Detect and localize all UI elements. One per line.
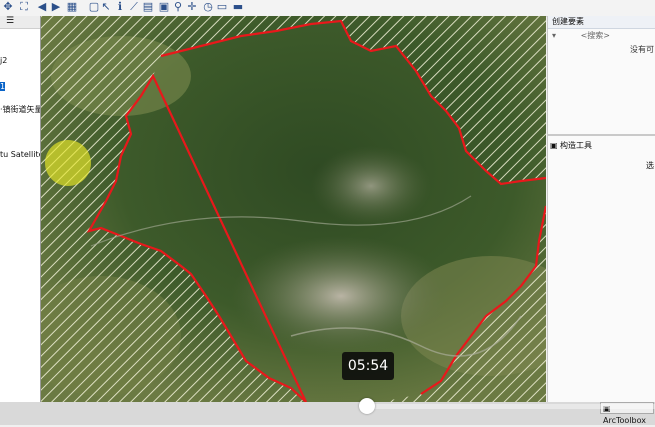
cursor-highlight bbox=[45, 140, 91, 186]
panel-divider[interactable] bbox=[548, 134, 655, 136]
clear-selection-icon[interactable]: ▢ bbox=[88, 1, 100, 13]
video-progress-bar[interactable] bbox=[0, 404, 655, 409]
construct-tools-title: ▣ 构造工具 bbox=[548, 140, 655, 152]
toc-item[interactable]: ·镇街道矢量 bbox=[0, 104, 40, 115]
select-elements-icon[interactable]: ↖ bbox=[100, 1, 112, 13]
pan-icon[interactable]: ✥ bbox=[2, 1, 14, 13]
data-view-icon[interactable]: ▬ bbox=[232, 1, 244, 13]
time-slider-icon[interactable]: ◷ bbox=[202, 1, 214, 13]
html-popup-icon[interactable]: ▤ bbox=[142, 1, 154, 13]
layout-view-icon[interactable]: ▭ bbox=[216, 1, 228, 13]
satellite-map bbox=[41, 16, 546, 402]
video-progress-fill bbox=[0, 404, 367, 409]
video-progress-knob[interactable] bbox=[358, 398, 375, 414]
identify-icon[interactable]: ℹ bbox=[114, 1, 126, 13]
find-icon[interactable]: ⚲ bbox=[172, 1, 184, 13]
back-icon[interactable]: ◀ bbox=[36, 1, 48, 13]
template-filter-icon[interactable]: ▾ bbox=[552, 31, 556, 40]
create-viewer-icon[interactable]: ▣ bbox=[158, 1, 170, 13]
toc-item[interactable]: j2 bbox=[0, 56, 7, 65]
forward-icon[interactable]: ▶ bbox=[50, 1, 62, 13]
measure-icon[interactable]: ⟋ bbox=[128, 1, 140, 13]
video-timestamp: 05:54 bbox=[342, 352, 394, 380]
full-extent-icon[interactable]: ⛶ bbox=[18, 1, 30, 13]
map-tools-toolbar: ✥ ⛶ ◀ ▶ ▦ ▢ ↖ ℹ ⟋ ▤ ▣ ⚲ ✛ ◷ ▭ ▬ bbox=[0, 0, 655, 17]
select-features-icon[interactable]: ▦ bbox=[66, 1, 78, 13]
right-dock: 创建要素 ▾ <搜索> 没有可 ▣ 构造工具 选 bbox=[547, 16, 655, 402]
create-features-title: 创建要素 bbox=[548, 16, 655, 29]
template-search[interactable]: ▾ <搜索> bbox=[552, 30, 652, 42]
toc-item-selected[interactable]: 1 bbox=[0, 82, 6, 91]
map-view[interactable] bbox=[41, 16, 546, 402]
construct-tools-partial: 选 bbox=[646, 161, 654, 170]
toc-list-icon[interactable]: ☰ bbox=[6, 16, 14, 26]
construct-tools-icon: ▣ bbox=[550, 141, 558, 150]
search-field[interactable]: <搜索> bbox=[581, 31, 610, 40]
toc-item-basemap[interactable]: tu Satellite bbox=[0, 150, 40, 159]
arctoolbox-label: ArcToolbox bbox=[603, 416, 646, 425]
toc-header: ☰ bbox=[0, 16, 40, 29]
go-to-xy-icon[interactable]: ✛ bbox=[186, 1, 198, 13]
construct-tools-label: 构造工具 bbox=[560, 141, 592, 150]
empty-template-text: 没有可 bbox=[630, 45, 654, 54]
table-of-contents-panel: ☰ j2 1 ·镇街道矢量 tu Satellite bbox=[0, 16, 41, 402]
